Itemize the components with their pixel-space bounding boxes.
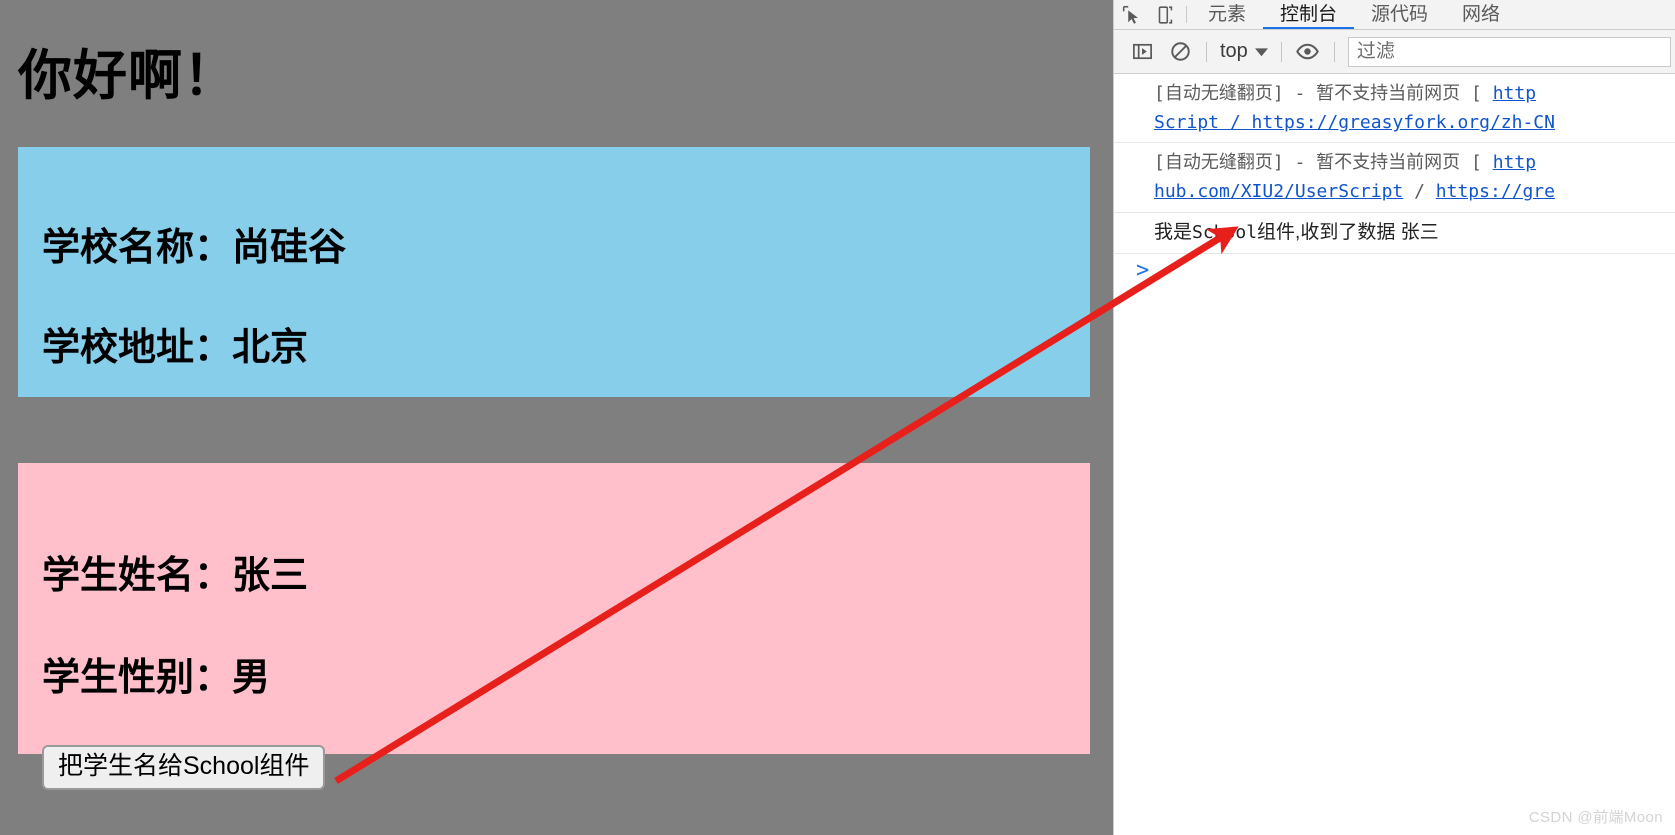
inspect-element-icon[interactable] bbox=[1114, 1, 1148, 29]
student-gender-text: 学生性别：男 bbox=[42, 656, 271, 699]
school-name-text: 学校名称：尚硅谷 bbox=[42, 226, 347, 269]
tabbar-divider bbox=[1186, 6, 1187, 23]
clear-console-icon[interactable] bbox=[1161, 35, 1199, 69]
live-expression-icon[interactable] bbox=[1289, 35, 1327, 69]
console-toolbar: top bbox=[1114, 30, 1675, 74]
log-text: 我是 bbox=[1154, 221, 1193, 243]
device-toolbar-icon[interactable] bbox=[1148, 1, 1182, 29]
rendered-page-pane: 你好啊！ 学校名称：尚硅谷 学校地址：北京 学生姓名：张三 学生性别：男 把学生… bbox=[0, 0, 1113, 835]
console-filter-input[interactable] bbox=[1347, 36, 1671, 67]
log-text: 组件,收到了数据 张三 bbox=[1257, 221, 1439, 243]
log-link[interactable]: Script / bbox=[1154, 112, 1252, 133]
tab-network[interactable]: 网络 bbox=[1445, 0, 1517, 29]
page-title: 你好啊！ bbox=[18, 46, 238, 106]
chevron-down-icon bbox=[1254, 40, 1268, 63]
devtools-tabbar: 元素 控制台 源代码 网络 bbox=[1114, 0, 1675, 30]
student-name-text: 学生姓名：张三 bbox=[42, 554, 309, 597]
execution-context-value: top bbox=[1220, 40, 1248, 62]
execution-context-select[interactable]: top bbox=[1214, 40, 1274, 63]
log-text: [自动无缝翻页] - 暂不支持当前网页 [ bbox=[1154, 83, 1493, 104]
screenshot-root: 你好啊！ 学校名称：尚硅谷 学校地址：北京 学生姓名：张三 学生性别：男 把学生… bbox=[0, 0, 1675, 835]
toolbar-divider-3 bbox=[1333, 41, 1335, 62]
tab-sources[interactable]: 源代码 bbox=[1354, 0, 1445, 29]
toolbar-divider-1 bbox=[1206, 41, 1207, 62]
tab-console[interactable]: 控制台 bbox=[1263, 0, 1354, 29]
console-sidebar-icon[interactable] bbox=[1123, 35, 1161, 69]
console-input-prompt[interactable]: > bbox=[1114, 254, 1675, 283]
log-text: [自动无缝翻页] - 暂不支持当前网页 [ bbox=[1154, 152, 1493, 174]
toolbar-divider-2 bbox=[1280, 41, 1282, 62]
log-link[interactable]: hub.com/XIU2/UserScript bbox=[1154, 181, 1403, 202]
student-component-card: 学生姓名：张三 学生性别：男 把学生名给School组件 bbox=[18, 462, 1090, 790]
give-student-name-button[interactable]: 把学生名给School组件 bbox=[42, 744, 326, 790]
devtools-panel: 元素 控制台 源代码 网络 top 过滤 [自动无缝翻页] - 暂不支持当前网页… bbox=[1113, 0, 1675, 835]
console-message[interactable]: [自动无缝翻页] - 暂不支持当前网页 [ http Script / http… bbox=[1114, 74, 1675, 144]
log-link[interactable]: https://greasyfork.org/zh-CN bbox=[1252, 112, 1555, 133]
school-component-card: 学校名称：尚硅谷 学校地址：北京 bbox=[18, 146, 1090, 397]
log-link[interactable]: http bbox=[1493, 152, 1536, 173]
tab-elements[interactable]: 元素 bbox=[1191, 0, 1263, 29]
console-message[interactable]: [自动无缝翻页] - 暂不支持当前网页 [ http hub.com/XIU2/… bbox=[1114, 143, 1675, 213]
log-link[interactable]: https://gre bbox=[1436, 181, 1555, 202]
log-link[interactable]: http bbox=[1493, 83, 1536, 104]
log-text: / bbox=[1403, 181, 1436, 203]
school-address-text: 学校地址：北京 bbox=[42, 326, 309, 369]
csdn-watermark: CSDN @前端Moon bbox=[1528, 809, 1663, 826]
log-text-mono: School bbox=[1192, 221, 1258, 243]
console-message-app-log[interactable]: 我是School组件,收到了数据 张三 bbox=[1114, 213, 1675, 255]
console-message-list[interactable]: [自动无缝翻页] - 暂不支持当前网页 [ http Script / http… bbox=[1114, 74, 1675, 835]
